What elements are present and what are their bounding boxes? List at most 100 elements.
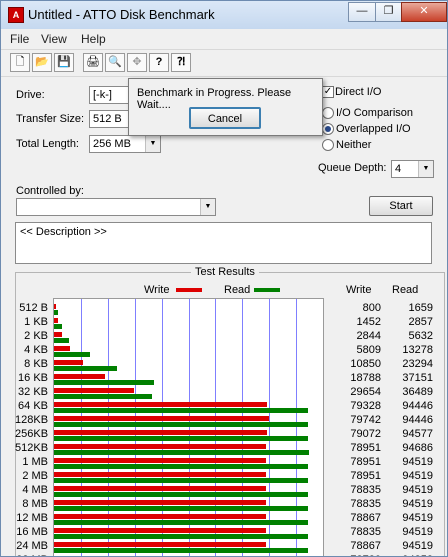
read-value: 1659 [408,302,433,314]
transfer-size-row-label: 4 KB [24,344,48,356]
write-bar [54,374,105,379]
write-column-header: Write [346,284,372,296]
move-icon[interactable]: ✥ [127,53,147,72]
read-bar [54,394,152,399]
atto-app-icon: A [8,7,24,23]
write-value: 2844 [356,330,381,342]
total-length-select[interactable]: 256 MB ▼ [89,135,161,153]
transfer-size-row-label: 4 MB [22,484,48,496]
overlapped-io-radio[interactable] [322,123,334,135]
print-preview-icon[interactable]: 🔍 [105,53,125,72]
write-value: 78835 [350,526,381,538]
help-icon[interactable]: ? [149,53,169,72]
chevron-down-icon[interactable]: ▼ [418,161,433,177]
benchmark-progress-dialog: Benchmark in Progress. Please Wait.... C… [128,78,323,136]
transfer-size-row-label: 24 MB [16,540,48,552]
transfer-size-row-label: 1 MB [22,456,48,468]
read-bar [54,422,308,427]
write-bar [54,416,269,421]
menu-bar: File View Help [1,29,447,49]
neither-label: Neither [336,139,372,151]
write-value: 78835 [350,484,381,496]
transfer-size-row-label: 16 MB [16,526,48,538]
menu-file[interactable]: File [10,32,29,46]
transfer-size-value: 512 B [93,113,122,125]
io-comparison-radio[interactable] [322,107,334,119]
read-value: 94519 [402,498,433,510]
write-value: 5809 [356,344,381,356]
write-value: 78951 [350,442,381,454]
read-value: 94446 [402,414,433,426]
write-value: 78867 [350,512,381,524]
read-value: 94519 [402,456,433,468]
io-comparison-label: I/O Comparison [336,107,414,119]
read-bar [54,408,308,413]
read-bar [54,366,117,371]
results-chart [53,298,324,556]
read-value: 94577 [402,428,433,440]
read-bar [54,520,308,525]
read-value: 23294 [402,358,433,370]
read-bar [54,436,308,441]
transfer-size-row-label: 8 KB [24,358,48,370]
total-length-label: Total Length: [16,138,79,150]
read-value: 5632 [408,330,433,342]
controlled-by-select[interactable]: ▼ [16,198,216,216]
read-bar [54,506,308,511]
read-bar [54,464,308,469]
transfer-size-select[interactable]: 512 B [89,110,129,128]
write-value: 79328 [350,400,381,412]
overlapped-io-label: Overlapped I/O [336,123,411,135]
read-legend-swatch [254,288,280,292]
write-value: 79072 [350,428,381,440]
read-bar [54,548,308,553]
open-folder-icon[interactable]: 📂 [32,53,52,72]
check-icon: ✓ [323,86,333,97]
write-bar [54,458,266,463]
menu-help[interactable]: Help [81,32,106,46]
menu-view[interactable]: View [41,32,67,46]
read-bar [54,310,58,315]
cancel-button[interactable]: Cancel [189,107,261,129]
write-bar [54,514,266,519]
write-bar [54,444,266,449]
new-file-icon[interactable]: 🗋 [10,53,30,72]
read-value: 94519 [402,526,433,538]
window-title: Untitled - ATTO Disk Benchmark [28,7,215,22]
write-value: 79742 [350,414,381,426]
drive-select[interactable]: [-k-] [89,86,129,104]
write-bar [54,500,266,505]
save-icon[interactable]: 💾 [54,53,74,72]
direct-io-checkbox[interactable]: ✓ [322,86,334,98]
controlled-by-label: Controlled by: [16,185,84,197]
chevron-down-icon[interactable]: ▼ [200,199,215,215]
write-bar [54,430,267,435]
transfer-size-label: Transfer Size: [16,113,85,125]
description-box[interactable]: << Description >> [15,222,432,264]
read-bar [54,380,154,385]
write-bar [54,528,266,533]
write-value: 78835 [350,498,381,510]
restore-button[interactable]: ❐ [375,2,402,22]
app-window: A Untitled - ATTO Disk Benchmark — ❐ ✕ F… [0,0,448,557]
queue-depth-select[interactable]: 4 ▼ [391,160,434,178]
write-value: 29654 [350,386,381,398]
test-results-label: Test Results [191,266,259,278]
close-button[interactable]: ✕ [401,2,447,22]
chevron-down-icon[interactable]: ▼ [145,136,160,152]
drive-value: [-k-] [93,89,112,101]
neither-radio[interactable] [322,139,334,151]
transfer-size-row-label: 1 KB [24,316,48,328]
write-value: 78951 [350,470,381,482]
transfer-size-row-label: 12 MB [16,512,48,524]
minimize-button[interactable]: — [348,2,376,22]
read-value: 94446 [402,400,433,412]
read-value: 94519 [402,484,433,496]
print-icon[interactable]: 🖨 [83,53,103,72]
context-help-icon[interactable]: ⁈ [171,53,191,72]
transfer-size-row-label: 128KB [15,414,49,426]
start-button[interactable]: Start [369,196,433,216]
write-value: 10850 [350,358,381,370]
title-bar[interactable]: A Untitled - ATTO Disk Benchmark — ❐ ✕ [1,1,447,29]
write-legend-swatch [176,288,202,292]
